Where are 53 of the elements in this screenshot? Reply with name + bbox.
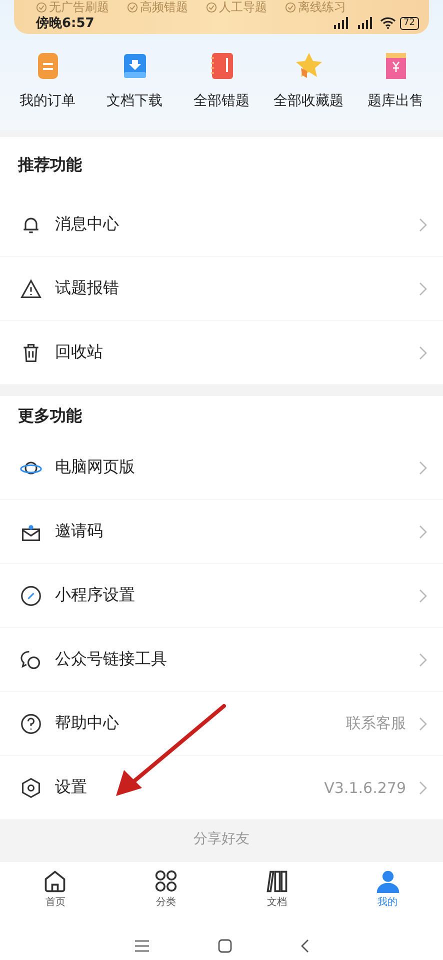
tab[interactable]: 分类 (110, 862, 222, 916)
feature-label: 高频错题 (140, 0, 188, 14)
tab[interactable]: 文档 (222, 862, 332, 916)
section-title: 更多功能 (17, 405, 83, 427)
tab[interactable]: 首页 (0, 862, 111, 916)
wifi-icon (380, 17, 396, 29)
menu-item[interactable]: 帮助中心 联系客服 (0, 692, 443, 756)
feature-label: 人工导题 (219, 0, 267, 14)
shortcut-label[interactable]: 文档下载 (106, 92, 162, 110)
shortcut-label[interactable]: 全部错题 (194, 92, 250, 110)
menu-item[interactable]: 公众号链接工具 (0, 628, 443, 692)
check-icon (127, 2, 138, 12)
help-icon (20, 712, 42, 734)
chat-icon (20, 648, 42, 670)
menu-item[interactable]: 邀请码 (0, 500, 443, 564)
chevron-icon (419, 524, 427, 538)
chevron-icon (419, 652, 427, 666)
chevron-icon (419, 588, 427, 602)
check-icon (285, 2, 296, 12)
menu-icon[interactable] (134, 940, 148, 952)
menu-item[interactable]: 消息中心 (0, 193, 443, 257)
item-value: 联系客服 (346, 714, 406, 733)
section-title: 推荐功能 (16, 154, 83, 176)
back-icon[interactable] (300, 939, 308, 953)
chevron-icon (419, 282, 427, 296)
feature-label: 无广告刷题 (49, 0, 109, 14)
chevron-icon (419, 780, 427, 794)
settings-icon (20, 776, 42, 798)
shortcut-label[interactable]: 我的订单 (20, 92, 76, 110)
menu-item[interactable]: 电脑网页版 (0, 436, 443, 500)
menu-item[interactable]: 回收站 (0, 321, 443, 385)
home-button-icon[interactable] (218, 939, 232, 953)
battery-indicator: 72 (400, 16, 419, 30)
item-value: V3.1.6.279 (324, 778, 406, 796)
books-icon (264, 869, 289, 893)
tab[interactable]: 我的 (332, 862, 443, 916)
status-time: 傍晚6:57 (36, 15, 94, 32)
menu-item[interactable]: 小程序设置 (0, 564, 443, 628)
chevron-icon (419, 218, 427, 232)
feature-label: 离线练习 (298, 0, 346, 14)
person-icon (376, 869, 400, 893)
menu-item[interactable]: 试题报错 (0, 257, 443, 321)
shortcut-label[interactable]: 全部收藏题 (274, 92, 344, 110)
chevron-icon (419, 460, 427, 474)
home-icon (43, 869, 68, 893)
check-icon (36, 2, 47, 12)
shortcut-label[interactable]: 题库出售 (368, 92, 424, 110)
link-icon (20, 584, 42, 606)
warning-icon (20, 278, 42, 300)
check-icon (206, 2, 217, 12)
chevron-icon (419, 716, 427, 730)
grid-icon (154, 869, 178, 893)
chevron-icon (419, 346, 427, 360)
